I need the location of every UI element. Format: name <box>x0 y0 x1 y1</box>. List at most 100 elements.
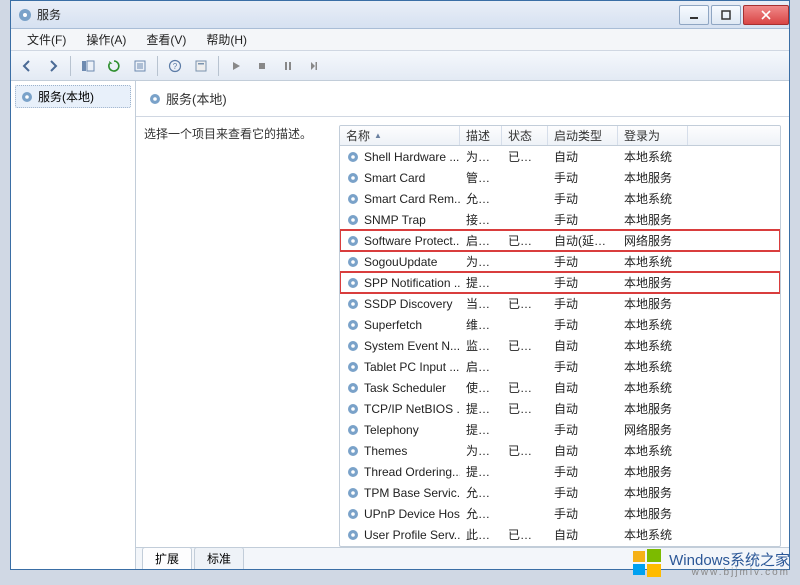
service-row[interactable]: SSDP Discovery当发...已启动手动本地服务 <box>340 293 780 314</box>
menu-view[interactable]: 查看(V) <box>136 29 196 50</box>
refresh-button[interactable] <box>102 54 126 78</box>
cell-name: System Event N... <box>340 339 460 353</box>
cell-desc: 此服... <box>460 526 502 543</box>
cell-desc: 当发... <box>460 295 502 312</box>
cell-logon: 本地服务 <box>618 274 688 291</box>
toolbar-separator <box>218 56 219 76</box>
services-list: 名称▲ 描述 状态 启动类型 登录为 Shell Hardware ...为自.… <box>339 125 781 547</box>
service-row[interactable]: Task Scheduler使用...已启动自动本地系统 <box>340 377 780 398</box>
cell-name: TPM Base Servic... <box>340 486 460 500</box>
cell-start: 自动 <box>548 148 618 165</box>
service-row[interactable]: Smart Card Rem...允许...手动本地系统 <box>340 188 780 209</box>
service-row[interactable]: Tablet PC Input ...启用 ...手动本地系统 <box>340 356 780 377</box>
menu-file[interactable]: 文件(F) <box>17 29 76 50</box>
cell-state: 已启动 <box>502 379 548 396</box>
column-header-logon[interactable]: 登录为 <box>618 126 688 145</box>
cell-desc: 提供... <box>460 463 502 480</box>
cell-start: 自动 <box>548 526 618 543</box>
windows-logo-icon <box>631 547 663 579</box>
stop-service-button[interactable] <box>250 54 274 78</box>
service-row[interactable]: Software Protect...启用 ...已启动自动(延迟...网络服务 <box>340 230 780 251</box>
menu-action[interactable]: 操作(A) <box>76 29 136 50</box>
column-header-row: 名称▲ 描述 状态 启动类型 登录为 <box>340 126 780 146</box>
column-header-state[interactable]: 状态 <box>502 126 548 145</box>
service-row[interactable]: UPnP Device Host允许...手动本地服务 <box>340 503 780 524</box>
service-row[interactable]: Superfetch维护...手动本地系统 <box>340 314 780 335</box>
service-row[interactable]: Shell Hardware ...为自...已启动自动本地系统 <box>340 146 780 167</box>
description-prompt: 选择一个项目来查看它的描述。 <box>144 125 331 142</box>
cell-state: 已启动 <box>502 526 548 543</box>
body-split: 服务(本地) 服务(本地) 选择一个项目来查看它的描述。 名称▲ 描述 状态 启… <box>11 81 789 569</box>
detail-pane-title: 服务(本地) <box>166 89 227 108</box>
pause-service-button[interactable] <box>276 54 300 78</box>
cell-logon: 网络服务 <box>618 421 688 438</box>
cell-name: User Profile Serv... <box>340 528 460 542</box>
start-service-button[interactable] <box>224 54 248 78</box>
restart-service-button[interactable] <box>302 54 326 78</box>
cell-logon: 本地服务 <box>618 169 688 186</box>
tree-node-services-local[interactable]: 服务(本地) <box>15 85 131 108</box>
cell-name: Shell Hardware ... <box>340 150 460 164</box>
show-hide-tree-button[interactable] <box>76 54 100 78</box>
cell-name: Themes <box>340 444 460 458</box>
service-row[interactable]: TCP/IP NetBIOS ...提供 ...已启动自动本地服务 <box>340 398 780 419</box>
close-button[interactable] <box>743 5 789 25</box>
column-header-name[interactable]: 名称▲ <box>340 126 460 145</box>
service-row[interactable]: SNMP Trap接收...手动本地服务 <box>340 209 780 230</box>
services-list-body[interactable]: Shell Hardware ...为自...已启动自动本地系统Smart Ca… <box>340 146 780 546</box>
export-list-button[interactable] <box>128 54 152 78</box>
column-header-desc[interactable]: 描述 <box>460 126 502 145</box>
cell-start: 手动 <box>548 421 618 438</box>
svg-text:?: ? <box>173 62 178 71</box>
cell-desc: 接收... <box>460 211 502 228</box>
cell-name: Superfetch <box>340 318 460 332</box>
cell-desc: 允许... <box>460 190 502 207</box>
toolbar: ? <box>11 51 789 81</box>
tab-extended[interactable]: 扩展 <box>142 547 192 569</box>
sort-asc-icon: ▲ <box>374 131 382 140</box>
help-button[interactable]: ? <box>163 54 187 78</box>
service-row[interactable]: TPM Base Servic...允许...手动本地服务 <box>340 482 780 503</box>
minimize-button[interactable] <box>679 5 709 25</box>
cell-start: 手动 <box>548 316 618 333</box>
service-row[interactable]: Smart Card管理...手动本地服务 <box>340 167 780 188</box>
cell-desc: 管理... <box>460 169 502 186</box>
cell-start: 手动 <box>548 253 618 270</box>
gear-icon <box>346 507 360 521</box>
cell-desc: 启用 ... <box>460 232 502 249</box>
cell-logon: 本地服务 <box>618 400 688 417</box>
cell-state: 已启动 <box>502 295 548 312</box>
window-buttons <box>677 5 789 25</box>
gear-icon <box>346 192 360 206</box>
cell-start: 手动 <box>548 505 618 522</box>
cell-name: Task Scheduler <box>340 381 460 395</box>
cell-start: 手动 <box>548 274 618 291</box>
gear-icon <box>346 150 360 164</box>
properties-button[interactable] <box>189 54 213 78</box>
gear-icon <box>346 318 360 332</box>
cell-start: 手动 <box>548 190 618 207</box>
service-row[interactable]: User Profile Serv...此服...已启动自动本地系统 <box>340 524 780 545</box>
cell-logon: 本地系统 <box>618 148 688 165</box>
cell-logon: 本地系统 <box>618 253 688 270</box>
tree-pane: 服务(本地) <box>11 81 136 569</box>
cell-desc: 为自... <box>460 148 502 165</box>
service-row[interactable]: SPP Notification ...提供...手动本地服务 <box>340 272 780 293</box>
gear-icon <box>20 90 34 104</box>
forward-button[interactable] <box>41 54 65 78</box>
maximize-button[interactable] <box>711 5 741 25</box>
gear-icon <box>346 234 360 248</box>
cell-start: 手动 <box>548 211 618 228</box>
cell-desc: 为搜... <box>460 253 502 270</box>
back-button[interactable] <box>15 54 39 78</box>
tab-standard[interactable]: 标准 <box>194 547 244 569</box>
service-row[interactable]: SogouUpdate为搜...手动本地系统 <box>340 251 780 272</box>
service-row[interactable]: Themes为用...已启动自动本地系统 <box>340 440 780 461</box>
service-row[interactable]: System Event N...监视...已启动自动本地系统 <box>340 335 780 356</box>
menu-help[interactable]: 帮助(H) <box>196 29 257 50</box>
service-row[interactable]: Telephony提供...手动网络服务 <box>340 419 780 440</box>
service-row[interactable]: Thread Ordering...提供...手动本地服务 <box>340 461 780 482</box>
cell-name: Tablet PC Input ... <box>340 360 460 374</box>
column-header-start[interactable]: 启动类型 <box>548 126 618 145</box>
cell-start: 手动 <box>548 463 618 480</box>
